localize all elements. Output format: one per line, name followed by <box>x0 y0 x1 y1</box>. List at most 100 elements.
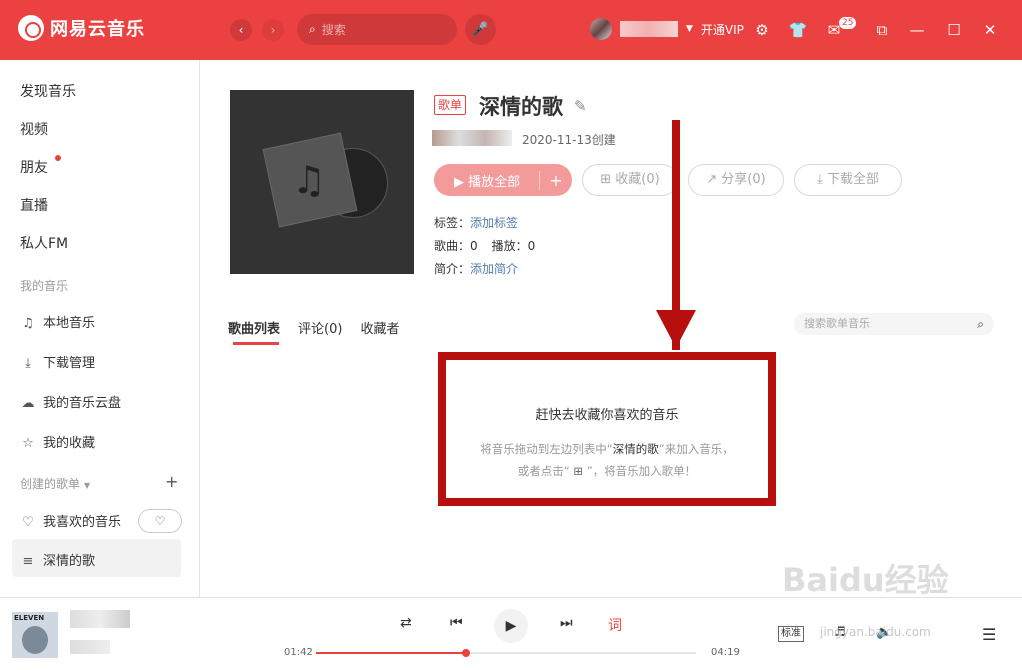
avatar[interactable] <box>590 18 612 40</box>
download-all-button[interactable]: ⤓ 下载全部 <box>794 164 902 196</box>
collect-button[interactable]: ⊞ 收藏(0) <box>582 164 678 196</box>
heartbeat-icon: ♡ <box>154 514 166 528</box>
total-time: 04:19 <box>711 647 740 658</box>
play-icon: ▶ <box>505 618 517 634</box>
play-all-button[interactable]: ▶ 播放全部 + <box>434 164 572 196</box>
caret-down-icon: ▼ <box>84 481 91 490</box>
play-all-label[interactable]: ▶ 播放全部 <box>434 171 539 190</box>
music-note-icon: ♫ <box>22 316 34 331</box>
playlist-search-input[interactable]: 搜索歌单音乐 <box>804 317 870 330</box>
cloud-icon: ☁ <box>21 396 35 411</box>
minimize-icon[interactable]: — <box>907 20 927 40</box>
creator-info-blurred[interactable] <box>432 130 512 146</box>
play-button[interactable]: ▶ <box>494 609 528 643</box>
sidebar-item-label: 我喜欢的音乐 <box>43 515 122 530</box>
sidebar: 发现音乐 视频 朋友 直播 私人FM 我的音乐 ♫ 本地音乐 ⤓ 下载管理 ☁ 我的音… <box>0 60 200 597</box>
microphone-icon[interactable]: 🎤 <box>465 14 496 45</box>
artist-name-blurred[interactable] <box>70 640 110 654</box>
caret-down-icon[interactable]: ▼ <box>686 24 693 34</box>
sidebar-item-discover[interactable]: 发现音乐 <box>20 81 76 101</box>
app-name: 网易云音乐 <box>50 19 145 40</box>
chevron-right-icon[interactable]: › <box>262 19 284 41</box>
sidebar-item-friends[interactable]: 朋友 <box>20 157 48 177</box>
play-count: 播放：0 <box>491 239 536 253</box>
app-window: 网易云音乐 ‹ › ⌕ 🎤 ▼ 开通VIP ⚙ 👕 ✉ 25 ⧉ — ☐ ✕ 发… <box>0 0 1022 670</box>
progress-bar[interactable] <box>316 649 696 657</box>
stats-row: 歌曲：0 播放：0 <box>434 237 535 254</box>
chevron-left-icon[interactable]: ‹ <box>230 19 252 41</box>
hint-playlist-name: 深情的歌 <box>612 442 659 456</box>
play-all-text: 播放全部 <box>468 174 521 190</box>
add-playlist-plus-icon[interactable]: + <box>165 472 178 491</box>
heart-icon: ♡ <box>22 515 34 530</box>
sidebar-item-cloud[interactable]: ☁ 我的音乐云盘 <box>20 392 122 411</box>
sidebar-item-playlist-deep[interactable]: ≡ 深情的歌 <box>20 550 95 569</box>
tab-comments[interactable]: 评论(0) <box>298 318 342 337</box>
playlist-cover[interactable]: ♫ <box>230 90 414 274</box>
download-icon: ⤓ <box>817 172 827 187</box>
created-playlists-label: 创建的歌单 <box>20 477 81 491</box>
sidebar-item-fm[interactable]: 私人FM <box>20 233 68 253</box>
notification-dot <box>55 155 61 161</box>
now-playing-album-art[interactable]: ELEVEN <box>12 612 58 658</box>
playlist-type-tag: 歌单 <box>434 95 467 115</box>
vip-link[interactable]: 开通VIP <box>701 21 744 38</box>
sidebar-item-liked-music[interactable]: ♡ 我喜欢的音乐 <box>20 511 121 530</box>
hint-text: 或者点击“ <box>517 464 570 478</box>
next-track-icon[interactable]: ⏭ <box>560 615 573 631</box>
skin-shirt-icon[interactable]: 👕 <box>788 20 808 40</box>
intro-label: 简介： <box>434 262 471 276</box>
sidebar-item-collection[interactable]: ☆ 我的收藏 <box>20 432 95 451</box>
search-icon[interactable]: ⌕ <box>977 313 984 335</box>
add-box-icon[interactable]: ⊞ <box>570 464 587 478</box>
song-title-blurred[interactable] <box>70 610 130 628</box>
maximize-icon[interactable]: ☐ <box>944 20 964 40</box>
download-icon: ⤓ <box>25 356 31 371</box>
empty-hint-line1: 将音乐拖动到左边列表中“深情的歌”来加入音乐， <box>446 438 768 460</box>
username-blurred[interactable] <box>620 21 678 37</box>
progress-fill <box>316 652 467 654</box>
search-input[interactable] <box>321 22 432 37</box>
shuffle-icon[interactable]: ⇄ <box>400 615 412 631</box>
lyrics-icon[interactable]: 词 <box>608 615 622 635</box>
sidebar-item-downloads[interactable]: ⤓ 下载管理 <box>20 352 95 371</box>
mail-badge: 25 <box>839 17 857 29</box>
quality-badge[interactable]: 标准 <box>778 626 804 642</box>
intro-row: 简介：添加简介 <box>434 260 518 277</box>
edit-icon[interactable]: ✎ <box>574 97 587 115</box>
add-tags-link[interactable]: 添加标签 <box>470 216 518 230</box>
share-icon: ↗ <box>706 172 722 187</box>
playlist-queue-icon[interactable]: ☰ <box>982 625 996 644</box>
add-intro-link[interactable]: 添加简介 <box>470 262 518 276</box>
song-count: 歌曲：0 <box>434 239 478 253</box>
search-box[interactable]: ⌕ <box>297 14 457 45</box>
sidebar-item-live[interactable]: 直播 <box>20 195 48 215</box>
sidebar-item-local-music[interactable]: ♫ 本地音乐 <box>20 312 95 331</box>
close-icon[interactable]: ✕ <box>980 20 1000 40</box>
mini-mode-icon[interactable]: ⧉ <box>872 20 892 40</box>
share-label: 分享(0) <box>721 172 766 187</box>
annotation-arrow-head <box>656 310 696 348</box>
sidebar-item-label: 本地音乐 <box>43 316 96 331</box>
previous-track-icon[interactable]: ⏮ <box>450 615 463 631</box>
heartbeat-mode-button[interactable]: ♡ <box>138 509 182 533</box>
app-logo[interactable]: 网易云音乐 <box>18 15 145 41</box>
baidu-watermark-url: jingyan.baidu.com <box>820 625 931 639</box>
playlist-search-box[interactable]: 搜索歌单音乐 ⌕ <box>794 313 994 335</box>
created-playlists-heading[interactable]: 创建的歌单 ▼ <box>20 475 90 492</box>
share-button[interactable]: ↗ 分享(0) <box>688 164 784 196</box>
user-profile[interactable]: ▼ 开通VIP <box>590 18 744 40</box>
tags-label: 标签： <box>434 216 471 230</box>
sidebar-item-label: 我的收藏 <box>43 436 96 451</box>
progress-knob[interactable] <box>462 649 471 657</box>
user-star-icon: ☆ <box>22 436 34 451</box>
tab-song-list[interactable]: 歌曲列表 <box>228 318 280 345</box>
hint-text: ”，将音乐加入歌单！ <box>586 464 697 478</box>
add-to-queue-plus-icon[interactable]: + <box>539 170 572 190</box>
settings-gear-icon[interactable]: ⚙ <box>752 20 772 40</box>
folder-plus-icon: ⊞ <box>600 172 616 187</box>
playlist-title: 深情的歌 <box>479 95 563 119</box>
sidebar-item-video[interactable]: 视频 <box>20 119 48 139</box>
my-music-heading: 我的音乐 <box>20 279 69 293</box>
tab-collectors[interactable]: 收藏者 <box>360 318 399 337</box>
